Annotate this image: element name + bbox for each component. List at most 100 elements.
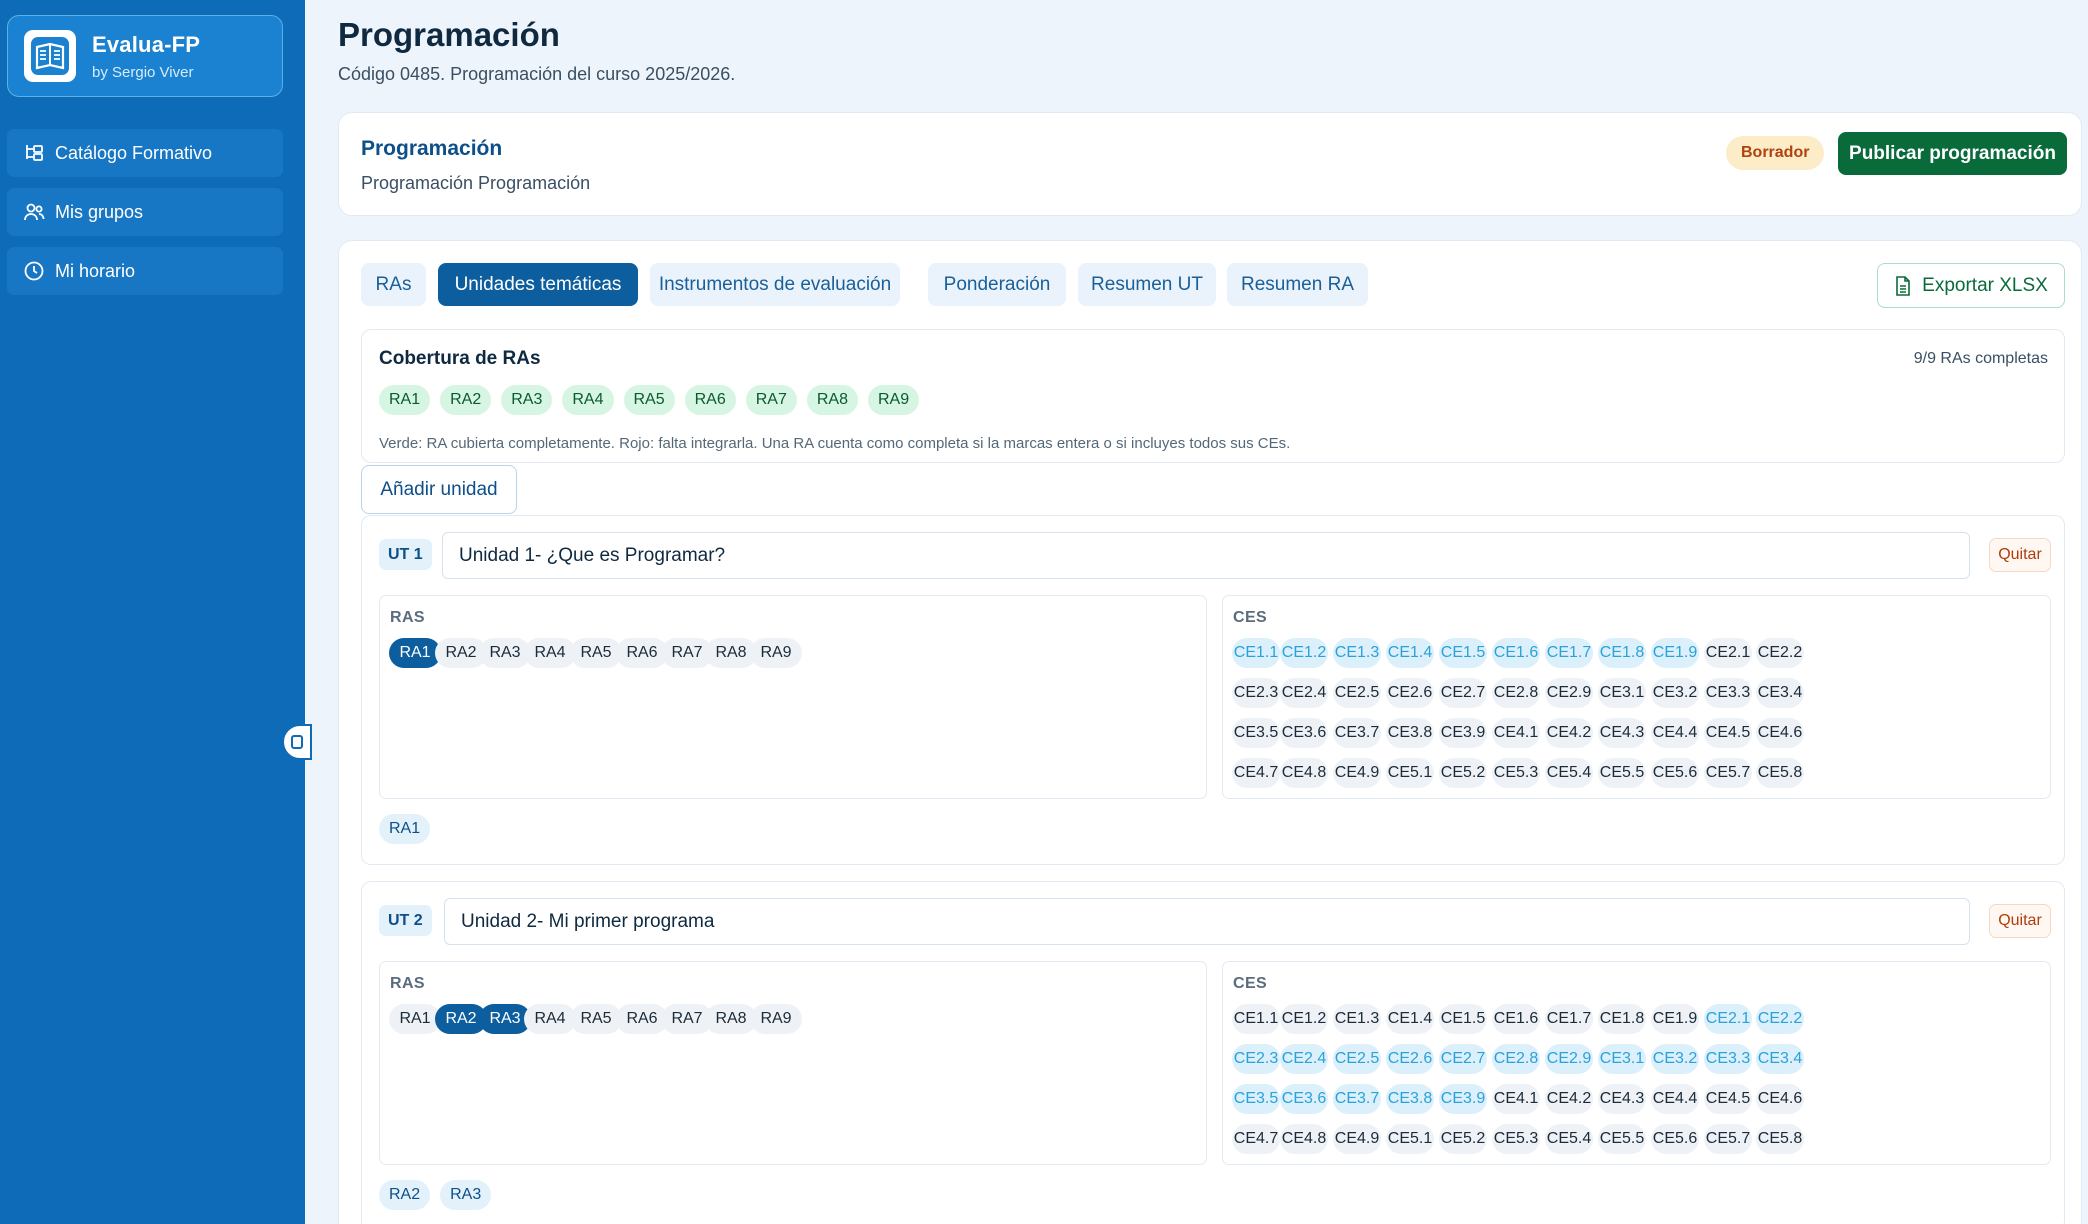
ce-chip-ce5-3[interactable]: CE5.3 xyxy=(1492,1124,1540,1154)
remove-unit-button[interactable]: Quitar xyxy=(1989,538,2051,572)
ce-chip-ce5-7[interactable]: CE5.7 xyxy=(1704,758,1752,788)
ra-chip-ra1[interactable]: RA1 xyxy=(389,638,441,668)
unit-name-input[interactable] xyxy=(444,898,1970,945)
ra-chip-ra9[interactable]: RA9 xyxy=(750,638,802,668)
ce-chip-ce4-7[interactable]: CE4.7 xyxy=(1232,758,1280,788)
ce-chip-ce1-8[interactable]: CE1.8 xyxy=(1598,1004,1646,1034)
ce-chip-ce1-8[interactable]: CE1.8 xyxy=(1598,638,1646,668)
sidebar-collapse-icon[interactable] xyxy=(282,724,312,760)
ce-chip-ce5-5[interactable]: CE5.5 xyxy=(1598,1124,1646,1154)
ce-chip-ce1-1[interactable]: CE1.1 xyxy=(1232,638,1280,668)
export-xlsx-button[interactable]: Exportar XLSX xyxy=(1877,263,2065,308)
ce-chip-ce2-1[interactable]: CE2.1 xyxy=(1704,638,1752,668)
ce-chip-ce4-1[interactable]: CE4.1 xyxy=(1492,1084,1540,1114)
ce-chip-ce1-9[interactable]: CE1.9 xyxy=(1651,1004,1699,1034)
ce-chip-ce3-7[interactable]: CE3.7 xyxy=(1333,718,1381,748)
ce-chip-ce1-5[interactable]: CE1.5 xyxy=(1439,638,1487,668)
ce-chip-ce1-4[interactable]: CE1.4 xyxy=(1386,1004,1434,1034)
ce-chip-ce3-9[interactable]: CE3.9 xyxy=(1439,1084,1487,1114)
ce-chip-ce2-4[interactable]: CE2.4 xyxy=(1280,678,1328,708)
ce-chip-ce3-4[interactable]: CE3.4 xyxy=(1756,678,1804,708)
ce-chip-ce2-5[interactable]: CE2.5 xyxy=(1333,678,1381,708)
ra-chip-ra5[interactable]: RA5 xyxy=(570,638,622,668)
ce-chip-ce3-9[interactable]: CE3.9 xyxy=(1439,718,1487,748)
ce-chip-ce4-3[interactable]: CE4.3 xyxy=(1598,718,1646,748)
ra-chip-ra4[interactable]: RA4 xyxy=(524,638,576,668)
ce-chip-ce2-8[interactable]: CE2.8 xyxy=(1492,678,1540,708)
remove-unit-button[interactable]: Quitar xyxy=(1989,904,2051,938)
ce-chip-ce3-1[interactable]: CE3.1 xyxy=(1598,1044,1646,1074)
ce-chip-ce4-8[interactable]: CE4.8 xyxy=(1280,1124,1328,1154)
ce-chip-ce5-6[interactable]: CE5.6 xyxy=(1651,1124,1699,1154)
ce-chip-ce3-6[interactable]: CE3.6 xyxy=(1280,718,1328,748)
ce-chip-ce2-7[interactable]: CE2.7 xyxy=(1439,678,1487,708)
ce-chip-ce4-5[interactable]: CE4.5 xyxy=(1704,718,1752,748)
tab-unidades-tematicas[interactable]: Unidades temáticas xyxy=(438,263,638,306)
publish-button[interactable]: Publicar programación xyxy=(1838,132,2067,175)
ce-chip-ce2-9[interactable]: CE2.9 xyxy=(1545,678,1593,708)
ce-chip-ce1-7[interactable]: CE1.7 xyxy=(1545,638,1593,668)
ce-chip-ce2-9[interactable]: CE2.9 xyxy=(1545,1044,1593,1074)
ce-chip-ce2-6[interactable]: CE2.6 xyxy=(1386,1044,1434,1074)
ce-chip-ce3-6[interactable]: CE3.6 xyxy=(1280,1084,1328,1114)
unit-name-input[interactable] xyxy=(442,532,1970,579)
ce-chip-ce4-6[interactable]: CE4.6 xyxy=(1756,1084,1804,1114)
ra-chip-ra1[interactable]: RA1 xyxy=(389,1004,441,1034)
ce-chip-ce5-5[interactable]: CE5.5 xyxy=(1598,758,1646,788)
ce-chip-ce2-3[interactable]: CE2.3 xyxy=(1232,678,1280,708)
tab-ras[interactable]: RAs xyxy=(361,263,426,306)
tab-instrumentos[interactable]: Instrumentos de evaluación xyxy=(650,263,900,306)
ce-chip-ce3-7[interactable]: CE3.7 xyxy=(1333,1084,1381,1114)
ce-chip-ce5-4[interactable]: CE5.4 xyxy=(1545,758,1593,788)
ce-chip-ce3-8[interactable]: CE3.8 xyxy=(1386,1084,1434,1114)
ce-chip-ce4-8[interactable]: CE4.8 xyxy=(1280,758,1328,788)
ce-chip-ce1-5[interactable]: CE1.5 xyxy=(1439,1004,1487,1034)
ce-chip-ce2-5[interactable]: CE2.5 xyxy=(1333,1044,1381,1074)
ce-chip-ce4-2[interactable]: CE4.2 xyxy=(1545,718,1593,748)
ce-chip-ce2-2[interactable]: CE2.2 xyxy=(1756,1004,1804,1034)
ce-chip-ce2-2[interactable]: CE2.2 xyxy=(1756,638,1804,668)
ce-chip-ce3-2[interactable]: CE3.2 xyxy=(1651,1044,1699,1074)
ce-chip-ce1-9[interactable]: CE1.9 xyxy=(1651,638,1699,668)
ce-chip-ce3-1[interactable]: CE3.1 xyxy=(1598,678,1646,708)
ce-chip-ce1-4[interactable]: CE1.4 xyxy=(1386,638,1434,668)
ce-chip-ce2-7[interactable]: CE2.7 xyxy=(1439,1044,1487,1074)
brand-block[interactable]: Evalua-FP by Sergio Viver xyxy=(7,15,283,97)
ce-chip-ce2-4[interactable]: CE2.4 xyxy=(1280,1044,1328,1074)
ce-chip-ce3-8[interactable]: CE3.8 xyxy=(1386,718,1434,748)
ce-chip-ce1-6[interactable]: CE1.6 xyxy=(1492,1004,1540,1034)
ce-chip-ce4-6[interactable]: CE4.6 xyxy=(1756,718,1804,748)
ce-chip-ce5-2[interactable]: CE5.2 xyxy=(1439,758,1487,788)
ce-chip-ce5-8[interactable]: CE5.8 xyxy=(1756,758,1804,788)
sidebar-item-mis-grupos[interactable]: Mis grupos xyxy=(7,188,283,236)
ce-chip-ce3-3[interactable]: CE3.3 xyxy=(1704,1044,1752,1074)
tab-ponderacion[interactable]: Ponderación xyxy=(928,263,1066,306)
sidebar-item-catalogo[interactable]: Catálogo Formativo xyxy=(7,129,283,177)
ce-chip-ce5-1[interactable]: CE5.1 xyxy=(1386,758,1434,788)
ce-chip-ce5-3[interactable]: CE5.3 xyxy=(1492,758,1540,788)
ce-chip-ce4-7[interactable]: CE4.7 xyxy=(1232,1124,1280,1154)
ce-chip-ce3-5[interactable]: CE3.5 xyxy=(1232,1084,1280,1114)
ce-chip-ce5-6[interactable]: CE5.6 xyxy=(1651,758,1699,788)
sidebar-item-mi-horario[interactable]: Mi horario xyxy=(7,247,283,295)
ce-chip-ce2-6[interactable]: CE2.6 xyxy=(1386,678,1434,708)
ce-chip-ce2-3[interactable]: CE2.3 xyxy=(1232,1044,1280,1074)
ce-chip-ce3-5[interactable]: CE3.5 xyxy=(1232,718,1280,748)
ce-chip-ce1-6[interactable]: CE1.6 xyxy=(1492,638,1540,668)
ce-chip-ce1-2[interactable]: CE1.2 xyxy=(1280,1004,1328,1034)
ce-chip-ce3-3[interactable]: CE3.3 xyxy=(1704,678,1752,708)
ce-chip-ce4-3[interactable]: CE4.3 xyxy=(1598,1084,1646,1114)
ce-chip-ce4-9[interactable]: CE4.9 xyxy=(1333,758,1381,788)
ce-chip-ce4-1[interactable]: CE4.1 xyxy=(1492,718,1540,748)
ce-chip-ce4-2[interactable]: CE4.2 xyxy=(1545,1084,1593,1114)
ce-chip-ce4-4[interactable]: CE4.4 xyxy=(1651,1084,1699,1114)
ce-chip-ce1-2[interactable]: CE1.2 xyxy=(1280,638,1328,668)
ce-chip-ce4-9[interactable]: CE4.9 xyxy=(1333,1124,1381,1154)
ra-chip-ra4[interactable]: RA4 xyxy=(524,1004,576,1034)
ce-chip-ce4-5[interactable]: CE4.5 xyxy=(1704,1084,1752,1114)
ce-chip-ce3-2[interactable]: CE3.2 xyxy=(1651,678,1699,708)
ce-chip-ce4-4[interactable]: CE4.4 xyxy=(1651,718,1699,748)
ce-chip-ce1-1[interactable]: CE1.1 xyxy=(1232,1004,1280,1034)
ce-chip-ce5-7[interactable]: CE5.7 xyxy=(1704,1124,1752,1154)
ce-chip-ce5-1[interactable]: CE5.1 xyxy=(1386,1124,1434,1154)
